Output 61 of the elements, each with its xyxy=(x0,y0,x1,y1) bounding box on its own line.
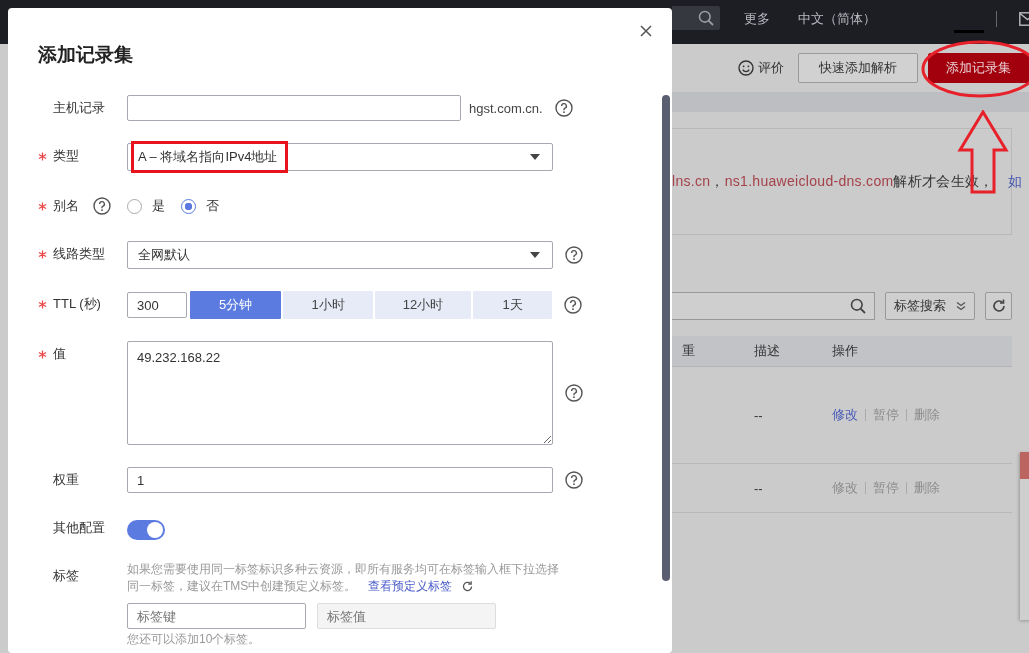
help-icon[interactable] xyxy=(565,246,583,264)
close-icon[interactable] xyxy=(640,25,652,37)
field-label: 主机记录 xyxy=(53,99,105,117)
dialog-title: 添加记录集 xyxy=(38,43,134,67)
field-label: 值 xyxy=(53,345,66,363)
ttl-field[interactable]: 300 xyxy=(127,292,187,318)
search-field[interactable] xyxy=(672,6,720,30)
domain-suffix: hgst.com.cn. xyxy=(469,100,543,116)
caret-icon xyxy=(530,154,540,160)
refresh-icon[interactable] xyxy=(990,298,1007,314)
field-label: 权重 xyxy=(53,471,79,489)
search-icon[interactable] xyxy=(698,10,714,26)
table-cell-text: -- xyxy=(753,480,764,496)
field-label: 别名 xyxy=(53,197,79,215)
rate-link[interactable]: 评价 xyxy=(738,59,784,77)
row-action-link[interactable]: 修改 xyxy=(832,406,858,424)
help-icon[interactable] xyxy=(565,384,583,402)
ttl-preset-tab[interactable]: 1小时 xyxy=(283,291,373,319)
help-icon[interactable] xyxy=(565,471,583,489)
column-header: 操作 xyxy=(831,342,859,360)
dropdown[interactable]: 全网默认 xyxy=(127,241,553,269)
ttl-preset-tab[interactable]: 12小时 xyxy=(375,291,471,319)
caret-icon xyxy=(530,252,540,258)
table-cell-text: -- xyxy=(753,407,764,423)
tag-hint-text: 如果您需要使用同一标签标识多种云资源，即所有服务均可在标签输入框下拉选择 xyxy=(127,561,559,578)
ttl-preset-tab[interactable]: 5分钟 xyxy=(190,291,281,319)
column-header: 重 xyxy=(681,342,696,360)
refresh-button[interactable] xyxy=(985,292,1012,320)
field-label: 标签 xyxy=(53,567,79,585)
top-menu-item[interactable]: 中文（简体） xyxy=(798,10,876,28)
double-chevron-icon xyxy=(956,301,966,311)
dropdown[interactable]: A – 将域名指向IPv4地址 xyxy=(127,143,553,171)
tag-count-text: 您还可以添加10个标签。 xyxy=(127,631,262,648)
column-header: 描述 xyxy=(753,342,781,360)
account-underline xyxy=(954,29,984,33)
radio-option[interactable]: 否 xyxy=(181,197,219,215)
help-icon[interactable] xyxy=(554,99,573,117)
tag-hint-text: 同一标签，建议在TMS中创建预定义标签。 xyxy=(127,578,357,595)
tag-search-button[interactable]: 标签搜索 xyxy=(885,292,975,320)
help-icon[interactable] xyxy=(93,197,111,215)
field-label: TTL (秒) xyxy=(53,295,101,313)
view-tags-link[interactable]: 查看预定义标签 xyxy=(368,578,453,595)
ttl-preset-tab[interactable]: 1天 xyxy=(473,291,552,319)
field-label: 线路类型 xyxy=(53,245,105,263)
text-field[interactable] xyxy=(127,95,461,121)
refresh-icon[interactable] xyxy=(461,580,475,593)
smiley-icon xyxy=(738,60,754,76)
field-label: 其他配置 xyxy=(53,519,105,537)
search-field[interactable] xyxy=(672,292,875,320)
field-label: 类型 xyxy=(53,147,79,165)
help-icon[interactable] xyxy=(564,296,582,314)
search-icon[interactable] xyxy=(850,298,866,314)
add-record-set-button[interactable]: 添加记录集 xyxy=(928,53,1029,83)
value-textarea[interactable]: 49.232.168.22 xyxy=(127,341,553,445)
text-field[interactable]: 1 xyxy=(127,467,553,493)
top-menu-item[interactable]: 更多 xyxy=(744,10,770,28)
scrollbar[interactable] xyxy=(662,95,670,581)
tag-key-field[interactable]: 标签键 xyxy=(127,603,306,629)
radio-option[interactable]: 是 xyxy=(127,197,165,215)
quick-add-button[interactable]: 快速添加解析 xyxy=(798,53,918,83)
toggle-switch[interactable] xyxy=(127,519,165,540)
